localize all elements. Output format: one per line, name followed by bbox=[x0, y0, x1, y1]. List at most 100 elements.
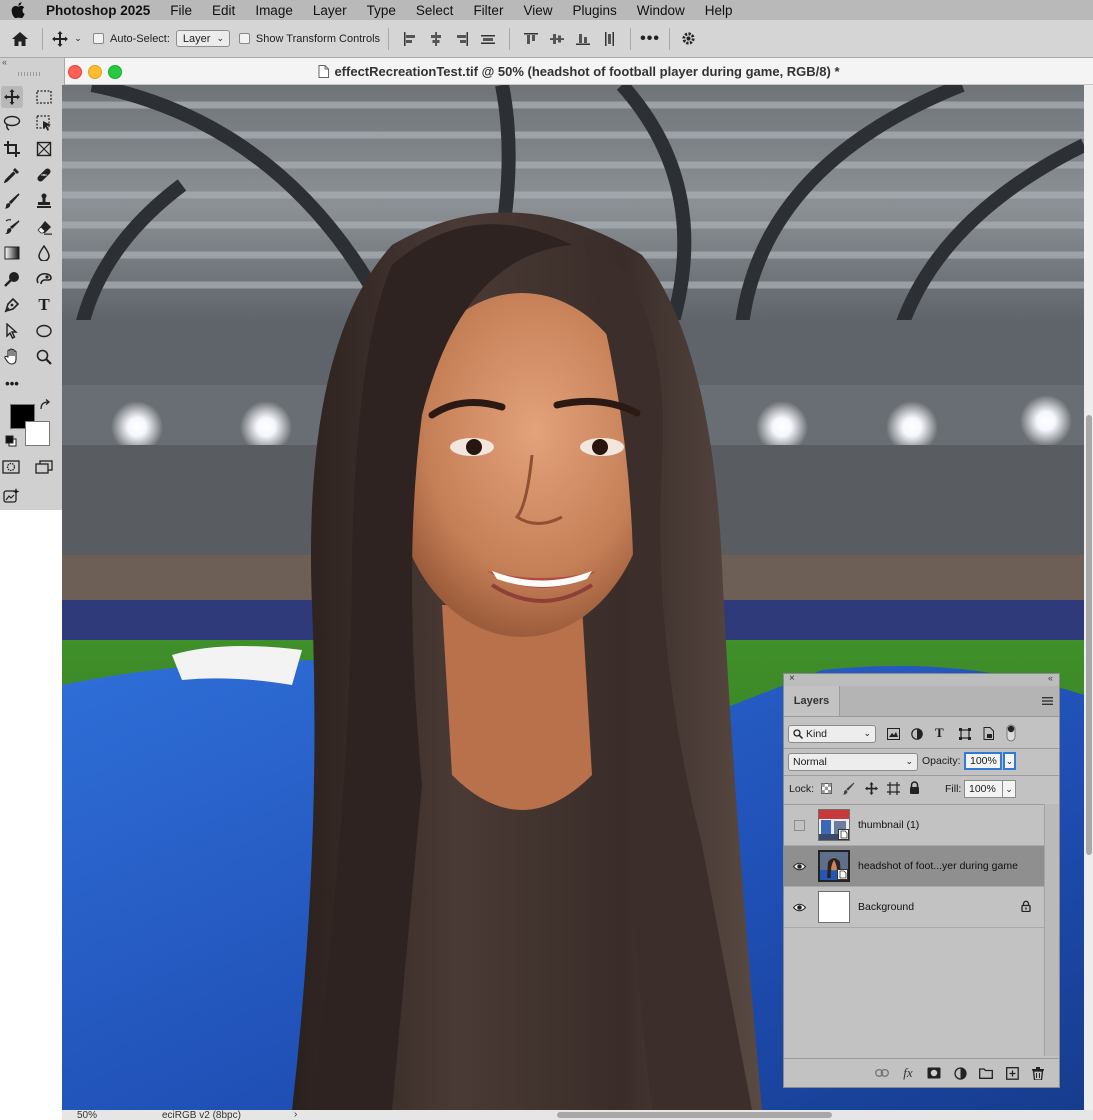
layers-scrollbar[interactable] bbox=[1044, 804, 1059, 1056]
distribute-horizontal-icon[interactable] bbox=[596, 31, 622, 46]
menu-plugins[interactable]: Plugins bbox=[572, 3, 616, 18]
more-options-icon[interactable]: ••• bbox=[639, 30, 661, 48]
history-brush-icon[interactable] bbox=[1, 216, 23, 238]
pen-icon[interactable] bbox=[1, 294, 23, 316]
blend-mode-dropdown[interactable]: Normal ⌄ bbox=[788, 753, 918, 771]
eye-icon[interactable] bbox=[793, 860, 806, 873]
layer-row-background[interactable]: Background bbox=[784, 887, 1045, 928]
filter-kind-dropdown[interactable]: Kind ⌄ bbox=[788, 725, 876, 743]
layer-row-thumbnail[interactable]: thumbnail (1) bbox=[784, 805, 1045, 846]
eyedropper-icon[interactable] bbox=[1, 164, 23, 186]
gear-icon[interactable] bbox=[678, 31, 698, 46]
menu-image[interactable]: Image bbox=[255, 3, 293, 18]
visibility-toggle-hidden[interactable] bbox=[793, 819, 806, 832]
edit-toolbar-icon[interactable]: ••• bbox=[1, 372, 23, 394]
align-top-icon[interactable] bbox=[518, 32, 544, 46]
opacity-slider-toggle[interactable]: ⌄ bbox=[1003, 752, 1016, 770]
swap-colors-icon[interactable] bbox=[38, 398, 52, 412]
close-panel-icon[interactable]: × bbox=[789, 673, 795, 684]
chevron-right-icon[interactable]: › bbox=[294, 1110, 297, 1120]
fill-input[interactable]: 100% bbox=[964, 780, 1003, 798]
menu-type[interactable]: Type bbox=[367, 3, 396, 18]
move-icon[interactable] bbox=[1, 86, 23, 108]
stamp-icon[interactable] bbox=[33, 190, 55, 212]
generative-icon[interactable] bbox=[1, 484, 23, 506]
type-icon[interactable]: T bbox=[33, 294, 55, 316]
dodge-icon[interactable] bbox=[1, 268, 23, 290]
align-left-icon[interactable] bbox=[397, 31, 423, 46]
tab-layers[interactable]: Layers bbox=[784, 686, 840, 716]
zoom-icon[interactable] bbox=[33, 346, 55, 368]
lock-image-pixels-icon[interactable] bbox=[843, 782, 855, 798]
lasso-icon[interactable] bbox=[1, 112, 23, 134]
healing-icon[interactable] bbox=[33, 164, 55, 186]
align-middle-icon[interactable] bbox=[544, 32, 570, 46]
lock-position-icon[interactable] bbox=[865, 782, 878, 798]
hand-icon[interactable] bbox=[1, 346, 23, 368]
distribute-icon[interactable] bbox=[475, 32, 501, 46]
quick-mask-icon[interactable] bbox=[0, 456, 22, 478]
adjustment-layer-filter-icon[interactable] bbox=[911, 728, 923, 743]
collapse-panel-icon[interactable]: « bbox=[1048, 673, 1053, 683]
horizontal-scroll-thumb[interactable] bbox=[557, 1112, 832, 1118]
screen-mode-icon[interactable] bbox=[33, 456, 55, 478]
layer-name[interactable]: Background bbox=[858, 901, 914, 913]
zoom-level[interactable]: 50% bbox=[77, 1110, 97, 1120]
auto-select-checkbox[interactable] bbox=[93, 33, 104, 44]
new-group-icon[interactable] bbox=[973, 1067, 999, 1079]
type-layer-filter-icon[interactable]: T bbox=[935, 725, 944, 741]
layer-name[interactable]: thumbnail (1) bbox=[858, 819, 919, 831]
app-name[interactable]: Photoshop 2025 bbox=[46, 3, 150, 18]
menu-filter[interactable]: Filter bbox=[473, 3, 503, 18]
marquee-icon[interactable] bbox=[33, 86, 55, 108]
default-colors-icon[interactable] bbox=[4, 434, 18, 448]
smart-object-filter-icon[interactable] bbox=[983, 727, 995, 743]
menu-edit[interactable]: Edit bbox=[212, 3, 235, 18]
lock-transparent-pixels-icon[interactable] bbox=[821, 783, 832, 797]
align-center-icon[interactable] bbox=[423, 31, 449, 46]
align-bottom-icon[interactable] bbox=[570, 32, 596, 46]
collapse-icon[interactable]: « bbox=[2, 57, 7, 67]
vertical-scroll-thumb[interactable] bbox=[1086, 415, 1092, 855]
frame-icon[interactable] bbox=[33, 138, 55, 160]
layer-row-headshot[interactable]: headshot of foot...yer during game bbox=[784, 846, 1045, 887]
chevron-down-icon[interactable]: ⌄ bbox=[71, 33, 85, 44]
adjustment-layer-icon[interactable] bbox=[947, 1066, 973, 1080]
ellipse-icon[interactable] bbox=[33, 320, 55, 342]
trash-icon[interactable] bbox=[1025, 1066, 1051, 1080]
layer-name[interactable]: headshot of foot...yer during game bbox=[858, 860, 1018, 872]
smudge-icon[interactable] bbox=[33, 268, 55, 290]
shape-layer-filter-icon[interactable] bbox=[959, 728, 971, 743]
path-select-icon[interactable] bbox=[1, 320, 23, 342]
lock-all-icon[interactable] bbox=[909, 781, 920, 797]
object-select-icon[interactable] bbox=[33, 112, 55, 134]
filter-toggle-switch[interactable] bbox=[1006, 724, 1016, 745]
menu-layer[interactable]: Layer bbox=[313, 3, 347, 18]
link-layers-icon[interactable] bbox=[869, 1069, 895, 1077]
panel-menu-icon[interactable] bbox=[1042, 696, 1053, 708]
eraser-icon[interactable] bbox=[33, 216, 55, 238]
gradient-icon[interactable] bbox=[1, 242, 23, 264]
eye-icon[interactable] bbox=[793, 901, 806, 914]
lock-icon[interactable] bbox=[1021, 900, 1031, 915]
brush-icon[interactable] bbox=[1, 190, 23, 212]
apple-icon[interactable] bbox=[11, 2, 29, 18]
menu-select[interactable]: Select bbox=[416, 3, 454, 18]
panel-grip[interactable] bbox=[18, 72, 40, 76]
image-layer-filter-icon[interactable] bbox=[887, 728, 900, 743]
align-right-icon[interactable] bbox=[449, 31, 475, 46]
blur-icon[interactable] bbox=[33, 242, 55, 264]
menu-view[interactable]: View bbox=[523, 3, 552, 18]
auto-select-dropdown[interactable]: Layer ⌄ bbox=[175, 30, 230, 47]
menu-window[interactable]: Window bbox=[637, 3, 685, 18]
fx-icon[interactable]: fx bbox=[895, 1065, 921, 1081]
add-mask-icon[interactable] bbox=[921, 1067, 947, 1079]
opacity-input[interactable]: 100% bbox=[964, 752, 1002, 770]
menu-file[interactable]: File bbox=[170, 3, 192, 18]
show-transform-checkbox[interactable] bbox=[238, 33, 250, 44]
background-color-swatch[interactable] bbox=[25, 421, 50, 446]
crop-icon[interactable] bbox=[1, 138, 23, 160]
vertical-scrollbar[interactable] bbox=[1084, 85, 1093, 1110]
home-icon[interactable] bbox=[10, 31, 30, 47]
new-layer-icon[interactable] bbox=[999, 1066, 1025, 1080]
